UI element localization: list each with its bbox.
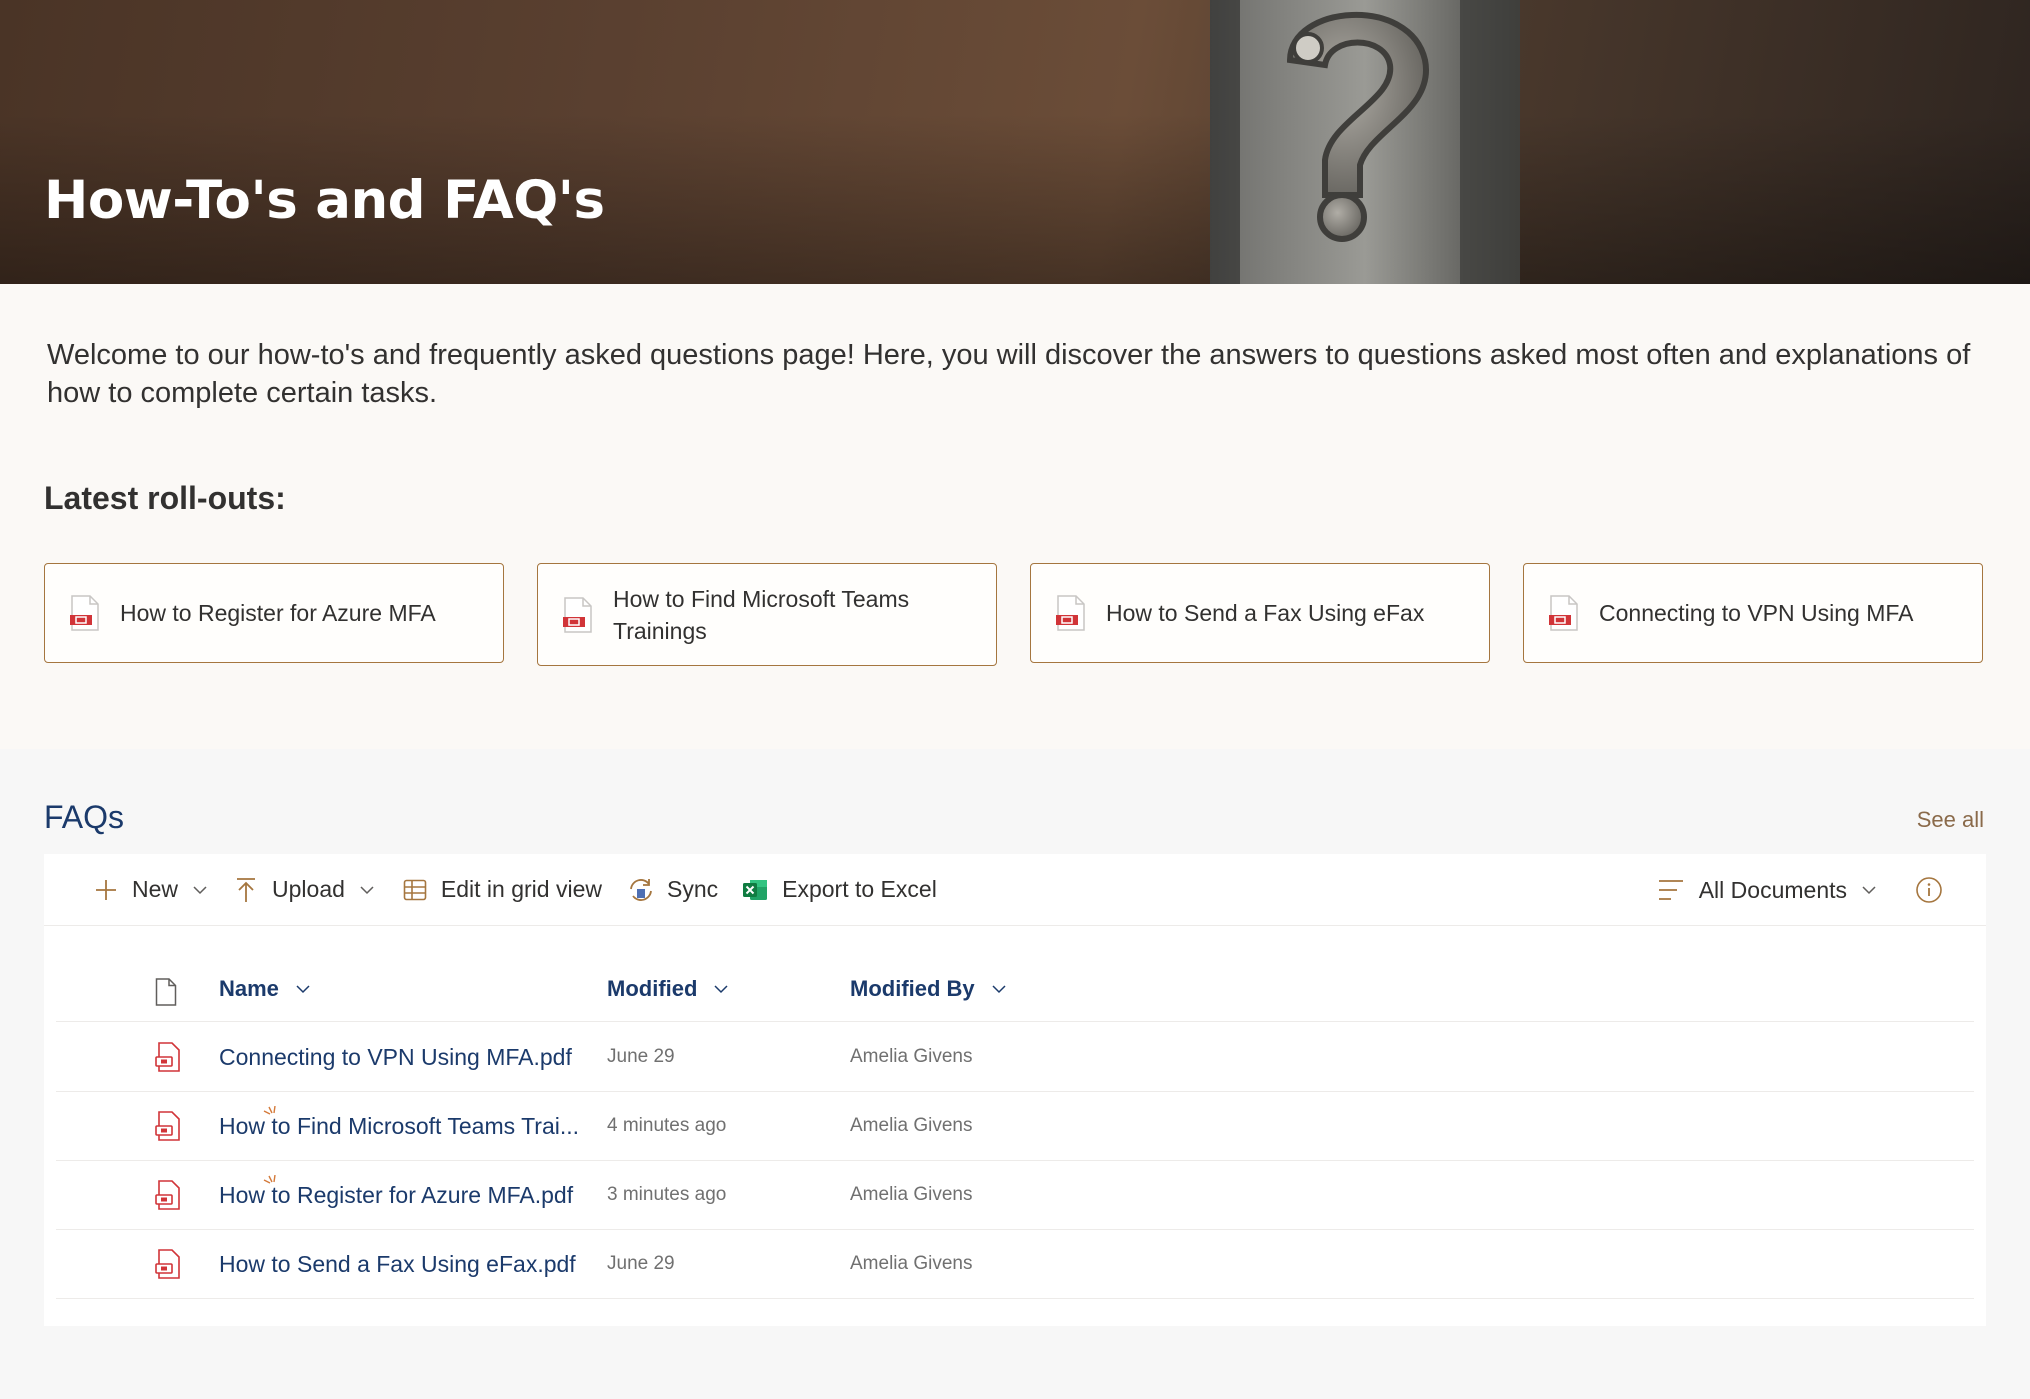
document-library: New Upload Edit in grid view Sync Export… bbox=[44, 854, 1986, 1326]
upload-icon bbox=[237, 877, 256, 902]
file-name-link[interactable]: Connecting to VPN Using MFA.pdf bbox=[219, 1023, 572, 1091]
pdf-file-icon bbox=[155, 1180, 180, 1210]
quick-link-card[interactable]: How to Send a Fax Using eFax bbox=[1030, 563, 1490, 663]
quick-link-label: How to Find Microsoft Teams Trainings bbox=[613, 585, 910, 644]
chevron-down-icon bbox=[296, 985, 310, 994]
quick-links: How to Register for Azure MFA How to Fin… bbox=[44, 563, 1986, 666]
intro-section: Welcome to our how-to's and frequently a… bbox=[0, 284, 2030, 749]
table-row[interactable]: How to Find Microsoft Teams Trai... 4 mi… bbox=[56, 1092, 1974, 1161]
info-icon bbox=[1916, 877, 1942, 903]
modified-date: June 29 bbox=[607, 1046, 675, 1067]
chevron-down-icon bbox=[360, 885, 374, 894]
sync-label: Sync bbox=[666, 876, 719, 902]
file-type-icon[interactable] bbox=[155, 978, 177, 1006]
chevron-down-icon bbox=[714, 985, 728, 994]
file-icon-cell bbox=[155, 1092, 181, 1160]
hero-banner: How-To's and FAQ's bbox=[0, 0, 2030, 284]
command-bar-right: All Documents bbox=[1657, 854, 1986, 926]
quick-link-label: Connecting to VPN Using MFA bbox=[1599, 600, 1914, 626]
pdf-document-icon bbox=[1549, 595, 1578, 631]
pdf-document-icon bbox=[1056, 595, 1085, 631]
faq-heading: FAQs bbox=[44, 799, 125, 835]
faq-section: FAQs See all New Upload Edit in grid vie… bbox=[0, 749, 2030, 1399]
quick-link-card[interactable]: How to Register for Azure MFA bbox=[44, 563, 504, 663]
chevron-down-icon bbox=[1862, 886, 1876, 895]
upload-label: Upload bbox=[272, 876, 345, 902]
column-header-modified-by[interactable]: Modified By bbox=[850, 976, 1007, 1002]
table-row[interactable]: How to Send a Fax Using eFax.pdf June 29… bbox=[56, 1230, 1974, 1299]
file-icon-cell bbox=[155, 1023, 181, 1091]
modified-by[interactable]: Amelia Givens bbox=[850, 1023, 973, 1091]
column-name-label: Name bbox=[219, 976, 279, 1001]
column-modified-by-label: Modified By bbox=[850, 976, 975, 1001]
column-header-modified[interactable]: Modified bbox=[607, 976, 729, 1002]
file-name-link[interactable]: How to Find Microsoft Teams Trai... bbox=[219, 1092, 579, 1160]
question-mark-typeset-image bbox=[1210, 0, 1520, 284]
table-row[interactable]: Connecting to VPN Using MFA.pdf June 29 … bbox=[56, 1023, 1974, 1092]
quick-link-label: How to Register for Azure MFA bbox=[120, 600, 436, 626]
command-bar: New Upload Edit in grid view Sync Export… bbox=[44, 854, 1986, 926]
modified-date: 4 minutes ago bbox=[607, 1115, 727, 1136]
excel-icon bbox=[743, 879, 768, 900]
edit-grid-view-button[interactable]: Edit in grid view bbox=[403, 868, 602, 912]
pdf-document-icon bbox=[563, 596, 592, 633]
file-name-link[interactable]: How to Send a Fax Using eFax.pdf bbox=[219, 1230, 576, 1298]
chevron-down-icon bbox=[193, 885, 207, 894]
file-name-link[interactable]: How to Register for Azure MFA.pdf bbox=[219, 1161, 573, 1229]
quick-link-card[interactable]: Connecting to VPN Using MFA bbox=[1523, 563, 1983, 663]
chevron-down-icon bbox=[992, 985, 1006, 994]
view-switcher[interactable]: All Documents bbox=[1657, 868, 1877, 912]
export-label: Export to Excel bbox=[782, 876, 937, 902]
file-icon-cell bbox=[155, 1161, 181, 1229]
pdf-file-icon bbox=[155, 1042, 180, 1072]
new-button[interactable]: New bbox=[94, 868, 208, 912]
quick-link-card[interactable]: How to Find Microsoft Teams Trainings bbox=[537, 563, 997, 666]
page-title: How-To's and FAQ's bbox=[44, 170, 605, 231]
pdf-file-icon bbox=[155, 1111, 180, 1141]
pdf-file-icon bbox=[155, 1249, 180, 1279]
sync-button[interactable]: Sync bbox=[627, 868, 718, 912]
new-label: New bbox=[132, 876, 179, 902]
edit-grid-label: Edit in grid view bbox=[440, 876, 602, 902]
modified-date: 3 minutes ago bbox=[607, 1184, 727, 1205]
modified-by[interactable]: Amelia Givens bbox=[850, 1230, 973, 1298]
table-row[interactable]: How to Register for Azure MFA.pdf 3 minu… bbox=[56, 1161, 1974, 1230]
quick-link-label: How to Send a Fax Using eFax bbox=[1106, 600, 1425, 626]
file-icon-cell bbox=[155, 1230, 181, 1298]
latest-rollouts-heading: Latest roll-outs: bbox=[44, 480, 286, 516]
welcome-text: Welcome to our how-to's and frequently a… bbox=[47, 339, 1971, 409]
pdf-document-icon bbox=[70, 595, 99, 631]
view-options-icon bbox=[1658, 880, 1683, 900]
see-all-link[interactable]: See all bbox=[1917, 807, 1984, 833]
modified-date: June 29 bbox=[607, 1253, 675, 1274]
grid-icon bbox=[403, 879, 427, 900]
upload-button[interactable]: Upload bbox=[234, 868, 375, 912]
column-modified-label: Modified bbox=[607, 976, 698, 1001]
sync-icon bbox=[630, 878, 652, 901]
list-header: Name Modified Modified By bbox=[56, 962, 1974, 1022]
info-button[interactable] bbox=[1915, 868, 1943, 912]
column-header-name[interactable]: Name bbox=[219, 976, 311, 1002]
export-to-excel-button[interactable]: Export to Excel bbox=[742, 868, 937, 912]
view-label: All Documents bbox=[1698, 876, 1847, 903]
modified-by[interactable]: Amelia Givens bbox=[850, 1092, 973, 1160]
plus-icon bbox=[96, 879, 116, 900]
modified-by[interactable]: Amelia Givens bbox=[850, 1161, 973, 1229]
